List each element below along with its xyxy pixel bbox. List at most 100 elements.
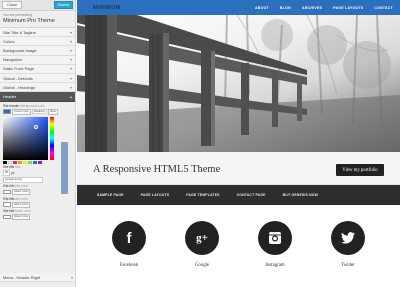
theme-name: Minimum Pro Theme xyxy=(3,18,55,24)
instagram-icon[interactable] xyxy=(258,221,292,255)
social-facebook[interactable]: f Facebook xyxy=(111,221,147,268)
save-button[interactable]: Saved xyxy=(53,1,73,9)
previewing-label: You are previewing xyxy=(3,13,32,17)
hover-color-row: Select Color xyxy=(3,214,72,221)
theme-info: You are previewing Minimum Pro Theme xyxy=(0,11,75,28)
chevron-down-icon: ▾ xyxy=(69,66,72,72)
palette-swatch[interactable] xyxy=(3,160,7,164)
section-label: Static Front Page xyxy=(3,66,34,72)
site-logo[interactable]: MINIMUM xyxy=(93,5,121,11)
link-color-label: Site title link color xyxy=(3,196,28,201)
site-preview: MINIMUM ABOUT BLOG ARCHIVES PAGE LAYOUTS… xyxy=(77,0,400,287)
link-color-row: Select Color xyxy=(3,201,72,208)
current-color-swatch[interactable] xyxy=(3,109,11,114)
picker-handle[interactable] xyxy=(34,124,38,129)
wooden-fence-photo xyxy=(77,15,400,152)
palette-swatch[interactable] xyxy=(13,160,17,164)
hue-slider[interactable] xyxy=(50,116,54,160)
social-label[interactable]: Facebook xyxy=(111,263,147,268)
section-label: Navigation xyxy=(3,57,22,63)
select-color-button[interactable]: Select Color xyxy=(12,201,31,208)
color-control-row: Current color #2a6cbd Clear xyxy=(3,108,72,115)
saturation-value-area[interactable] xyxy=(3,116,48,160)
section-label: Background Image xyxy=(3,47,37,53)
font-select[interactable]: Google Fonts xyxy=(3,176,43,183)
subnav-item-contact-page[interactable]: CONTACT PAGE xyxy=(237,193,266,197)
section-global-defaults[interactable]: Global - Defaults ▾ xyxy=(0,73,75,84)
section-global-headings[interactable]: Global - Headings ▾ xyxy=(0,83,75,93)
instagram-glyph xyxy=(269,232,281,244)
chevron-down-icon: ▾ xyxy=(70,274,73,280)
section-colors[interactable]: Colors ▾ xyxy=(0,37,75,47)
twitter-icon[interactable] xyxy=(331,221,365,255)
nav-item-blog[interactable]: BLOG xyxy=(280,6,291,10)
chevron-down-icon: ▾ xyxy=(69,57,72,63)
secondary-nav: SAMPLE PAGE PAGE LAYOUTS PAGE TEMPLATES … xyxy=(77,185,400,205)
section-label: Site Title & Tagline xyxy=(3,29,36,35)
section-background-image[interactable]: Background Image ▾ xyxy=(0,46,75,56)
section-label: Global - Headings xyxy=(3,84,36,90)
social-label[interactable]: Instagram xyxy=(257,263,293,268)
palette-swatch[interactable] xyxy=(18,160,22,164)
social-label[interactable]: Google xyxy=(184,263,220,268)
social-instagram[interactable]: Instagram xyxy=(257,221,293,268)
panel-scrollbar[interactable] xyxy=(61,142,68,194)
section-label: Header xyxy=(3,93,17,99)
nav-item-contact[interactable]: CONTACT xyxy=(374,6,393,10)
social-google[interactable]: g+ Google xyxy=(184,221,220,268)
nav-item-archives[interactable]: ARCHIVES xyxy=(302,6,322,10)
hex-input[interactable]: #2a6cbd xyxy=(32,108,47,115)
section-label: Menu - Header Right xyxy=(3,274,41,280)
facebook-icon[interactable]: f xyxy=(112,221,146,255)
select-color-button[interactable]: Select Color xyxy=(12,189,31,196)
portfolio-button[interactable]: View my portfolio xyxy=(336,164,384,176)
current-color-button[interactable]: Current color xyxy=(12,108,31,115)
social-label[interactable]: Twitter xyxy=(330,263,366,268)
chevron-down-icon: ▾ xyxy=(69,29,72,35)
section-menu-header-right[interactable]: Menu - Header Right ▾ xyxy=(0,273,75,283)
nav-item-about[interactable]: ABOUT xyxy=(255,6,269,10)
intro-title: A Responsive HTML5 Theme xyxy=(93,164,221,175)
link-color-swatch[interactable] xyxy=(3,202,11,207)
palette-swatch[interactable] xyxy=(8,160,12,164)
close-button[interactable]: Close xyxy=(2,1,23,9)
nav-item-page-layouts[interactable]: PAGE LAYOUTS xyxy=(333,6,363,10)
header-bg-label: Site header Background color xyxy=(3,103,46,108)
customizer-topbar: Close Saved xyxy=(0,0,75,11)
hero-image xyxy=(77,15,400,152)
section-label: Global - Defaults xyxy=(3,75,33,81)
palette-swatch[interactable] xyxy=(23,160,27,164)
palette-swatch[interactable] xyxy=(33,160,37,164)
palette-swatch[interactable] xyxy=(38,160,42,164)
chevron-up-icon: ▴ xyxy=(69,93,72,99)
site-header: MINIMUM ABOUT BLOG ARCHIVES PAGE LAYOUTS… xyxy=(77,0,400,15)
subnav-item-page-layouts[interactable]: PAGE LAYOUTS xyxy=(141,193,170,197)
twitter-glyph xyxy=(341,232,355,244)
hover-color-label: Site title hover color xyxy=(3,209,32,214)
title-color-swatch[interactable] xyxy=(3,189,11,195)
section-site-title[interactable]: Site Title & Tagline ▾ xyxy=(0,28,75,38)
select-color-button[interactable]: Select Color xyxy=(12,214,31,221)
section-navigation[interactable]: Navigation ▾ xyxy=(0,55,75,65)
social-twitter[interactable]: Twitter xyxy=(330,221,366,268)
title-size-input[interactable]: 30 xyxy=(3,170,11,176)
color-palette xyxy=(3,160,42,164)
subnav-item-sample-page[interactable]: SAMPLE PAGE xyxy=(97,193,124,197)
customizer-panel: Close Saved You are previewing Minimum P… xyxy=(0,0,76,287)
palette-swatch[interactable] xyxy=(28,160,32,164)
chevron-down-icon: ▾ xyxy=(69,75,72,81)
subnav-item-buy-genesis[interactable]: BUY GENESIS NOW xyxy=(283,193,318,197)
clear-button[interactable]: Clear xyxy=(47,108,58,115)
size-unit: px xyxy=(11,170,15,175)
chevron-down-icon: ▾ xyxy=(69,84,72,90)
chevron-down-icon: ▾ xyxy=(69,47,72,53)
main-nav: ABOUT BLOG ARCHIVES PAGE LAYOUTS CONTACT xyxy=(255,6,393,10)
google-plus-icon[interactable]: g+ xyxy=(185,221,219,255)
section-static-front-page[interactable]: Static Front Page ▾ xyxy=(0,64,75,74)
chevron-down-icon: ▾ xyxy=(69,38,72,44)
section-header[interactable]: Header ▴ xyxy=(0,92,75,102)
subnav-item-page-templates[interactable]: PAGE TEMPLATES xyxy=(186,193,219,197)
section-label: Colors xyxy=(3,38,15,44)
color-picker[interactable] xyxy=(3,116,55,164)
hover-color-swatch[interactable] xyxy=(3,214,11,220)
